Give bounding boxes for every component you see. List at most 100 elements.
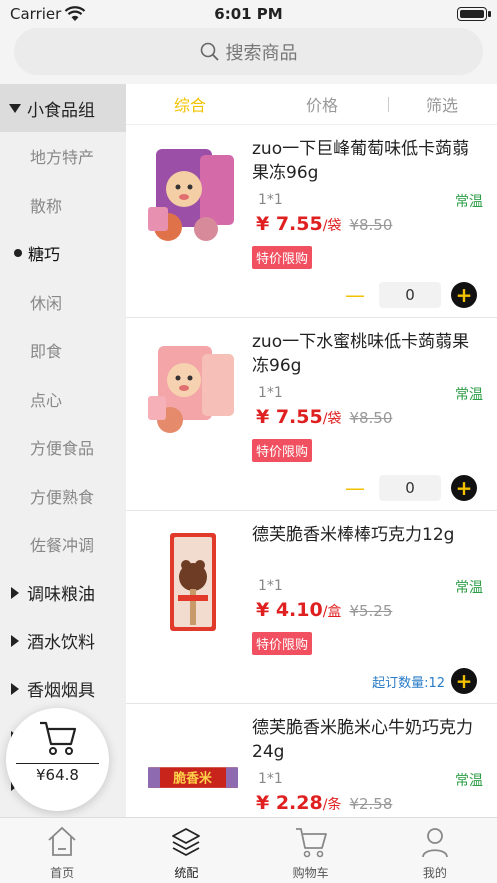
package-text: 脆香米 (172, 771, 212, 787)
product-price: ¥ 7.55/袋 ¥8.50 (256, 213, 392, 235)
search-input[interactable]: 搜索商品 (14, 28, 483, 75)
sidebar-item-local-specialty[interactable]: 地方特产 (0, 132, 126, 181)
tab-label: 购物车 (292, 866, 329, 880)
sidebar-item-ready-meals[interactable]: 方便熟食 (0, 472, 126, 521)
tab-home[interactable]: 首页 (0, 818, 124, 883)
sidebar-item-convenience-food[interactable]: 方便食品 (0, 423, 126, 472)
price-unit: /袋 (322, 411, 342, 427)
tab-catalog[interactable]: 统配 (124, 818, 248, 883)
product-spec: 1*1 (258, 385, 283, 401)
sidebar-item-leisure[interactable]: 休闲 (0, 278, 126, 327)
battery-nub (488, 11, 491, 17)
product-name: 德芙脆香米棒棒巧克力12g (252, 525, 455, 545)
minus-button[interactable]: — (345, 283, 365, 307)
original-price: ¥5.25 (349, 602, 393, 620)
sidebar-item-pastry[interactable]: 点心 (0, 375, 126, 424)
sidebar-item-candy[interactable]: 糖巧 (0, 229, 126, 278)
sort-price[interactable]: 价格 (306, 92, 338, 116)
product-name: zuo一下巨峰葡萄味低卡蒟蒻果冻96g (252, 139, 470, 183)
sidebar-group-label: 小食品组 (27, 100, 95, 121)
product-image-grape-jelly (148, 149, 234, 241)
home-icon (48, 826, 76, 856)
floating-cart-button[interactable]: ¥64.8 (6, 708, 109, 811)
plus-button[interactable]: + (451, 282, 477, 308)
cart-divider (16, 763, 99, 764)
product-storage: 常温 (455, 773, 483, 789)
sidebar-group-label: 香烟烟具 (27, 681, 95, 701)
sidebar-item-label: 佐餐冲调 (30, 536, 95, 556)
sidebar-group-label: 调味粮油 (27, 585, 95, 605)
sort-bar: 综合 价格 筛选 (126, 84, 497, 125)
promo-tag: 特价限购 (252, 632, 313, 655)
minus-button[interactable]: — (345, 476, 365, 500)
product-spec: 1*1 (258, 192, 283, 208)
quantity-stepper: — 0 + (345, 282, 477, 308)
triangle-right-icon (11, 682, 19, 695)
sidebar-group-seasoning[interactable]: 调味粮油 (0, 569, 126, 617)
clock: 6:01 PM (214, 5, 283, 23)
search-area: 搜索商品 (0, 28, 497, 84)
sidebar-item-label: 方便食品 (30, 439, 95, 459)
quantity-input[interactable]: 0 (379, 475, 441, 501)
sidebar-item-label: 即食 (30, 342, 63, 362)
tab-mine[interactable]: 我的 (373, 818, 497, 883)
price-unit: /袋 (322, 218, 342, 234)
min-order: 起订数量:12 + (372, 668, 477, 694)
product-storage: 常温 (455, 387, 483, 403)
product-name: 德芙脆香米脆米心牛奶巧克力24g (252, 718, 473, 762)
product-storage: 常温 (455, 194, 483, 210)
sort-filter[interactable]: 筛选 (426, 92, 458, 116)
triangle-right-icon (11, 586, 19, 599)
sidebar-item-label: 点心 (30, 390, 63, 410)
cart-icon (40, 721, 77, 755)
active-dot-icon (14, 249, 22, 258)
sidebar-item-label: 糖巧 (28, 245, 61, 265)
sidebar-item-instant[interactable]: 即食 (0, 326, 126, 375)
triangle-right-icon (11, 634, 19, 647)
battery-icon (457, 7, 487, 21)
tab-cart[interactable]: 购物车 (249, 818, 373, 883)
original-price: ¥8.50 (349, 409, 393, 427)
quantity-input[interactable]: 0 (379, 282, 441, 308)
promo-tag: 特价限购 (252, 439, 313, 462)
product-card[interactable]: 德芙脆香米棒棒巧克力12g 1*1 常温 ¥ 4.10/盒 ¥5.25 特价限购 … (126, 511, 497, 704)
product-spec: 1*1 (258, 578, 283, 594)
product-image-peach-jelly (148, 346, 234, 433)
sidebar-group-tobacco[interactable]: 香烟烟具 (0, 665, 126, 713)
product-price: ¥ 7.55/袋 ¥8.50 (256, 406, 392, 428)
promo-tag: 特价限购 (252, 246, 313, 269)
product-image-dove-crispy-bar: 脆香米 (148, 767, 238, 788)
sidebar-group-beverages[interactable]: 酒水饮料 (0, 617, 126, 665)
quantity-stepper: — 0 + (345, 475, 477, 501)
sidebar-item-label: 方便熟食 (30, 487, 95, 507)
category-sidebar: 小食品组 地方特产 散称 糖巧 休闲 即食 点心 方便食品 方便熟食 佐餐冲调 … (0, 84, 126, 817)
sidebar-item-label: 散称 (30, 196, 63, 216)
bottom-tab-bar: 首页 统配 购物车 我的 (0, 817, 497, 883)
sidebar-item-condiments-drinks[interactable]: 佐餐冲调 (0, 520, 126, 569)
sidebar-group-snacks[interactable]: 小食品组 (0, 84, 126, 132)
tab-label: 我的 (422, 866, 447, 880)
product-price: ¥ 4.10/盒 ¥5.25 (256, 599, 392, 621)
sort-divider (388, 97, 389, 112)
plus-button[interactable]: + (451, 668, 477, 694)
product-card[interactable]: zuo一下巨峰葡萄味低卡蒟蒻果冻96g 1*1 常温 ¥ 7.55/袋 ¥8.50… (126, 125, 497, 318)
price-value: ¥ 4.10 (256, 599, 323, 621)
tab-label: 统配 (174, 866, 199, 880)
product-card[interactable]: zuo一下水蜜桃味低卡蒟蒻果冻96g 1*1 常温 ¥ 7.55/袋 ¥8.50 … (126, 318, 497, 511)
sidebar-item-bulk[interactable]: 散称 (0, 181, 126, 230)
sort-comprehensive[interactable]: 综合 (174, 92, 206, 116)
original-price: ¥8.50 (349, 216, 393, 234)
sidebar-group-label: 酒水饮料 (27, 633, 95, 653)
cart-icon (295, 828, 327, 858)
product-list-panel: 综合 价格 筛选 zuo一下巨峰葡萄味低卡蒟蒻果冻96g 1*1 常温 ¥ 7.… (126, 84, 497, 817)
product-storage: 常温 (455, 580, 483, 596)
plus-button[interactable]: + (451, 475, 477, 501)
original-price: ¥2.58 (349, 795, 393, 813)
search-icon (200, 42, 219, 61)
sidebar-item-label: 休闲 (30, 293, 63, 313)
cart-amount: ¥64.8 (36, 766, 79, 784)
layers-icon (172, 828, 201, 856)
price-value: ¥ 7.55 (256, 213, 323, 235)
product-image-dove-chocolate-stick (170, 533, 216, 631)
product-card[interactable]: 脆香米 德芙脆香米脆米心牛奶巧克力24g 1*1 常温 ¥ 2.28/条 ¥2.5… (126, 704, 497, 817)
